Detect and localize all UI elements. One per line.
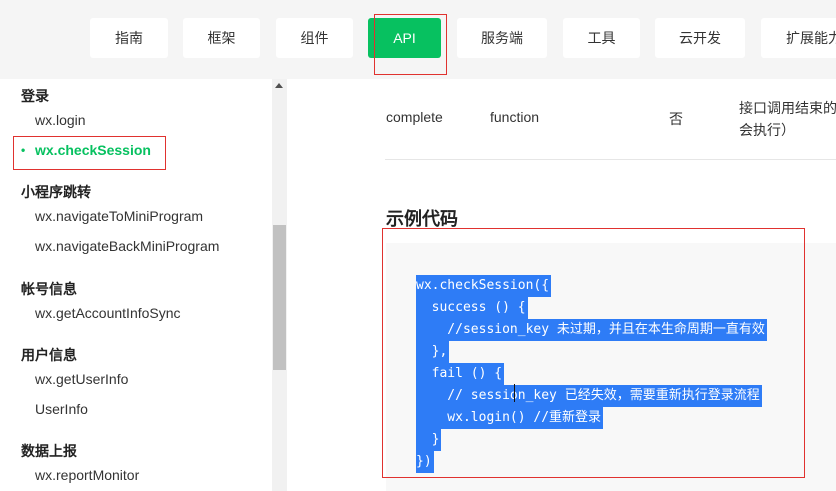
sidebar-item-wx-login[interactable]: wx.login: [35, 112, 86, 128]
text-cursor-icon: [514, 384, 515, 402]
active-bullet: •: [21, 143, 26, 157]
top-nav: 指南 框架 组件 API 服务端 工具 云开发 扩展能力: [0, 0, 836, 79]
tab-api[interactable]: API: [368, 18, 441, 58]
code-line-4: },: [416, 341, 450, 363]
sidebar-heading-account-info: 帐号信息: [21, 281, 77, 297]
sidebar-heading-user-info: 用户信息: [21, 347, 77, 363]
sidebar-heading-login: 登录: [21, 88, 49, 104]
table-row-divider: [385, 159, 836, 160]
section-title-example-code: 示例代码: [386, 209, 458, 229]
tab-tools[interactable]: 工具: [563, 18, 640, 58]
tab-extensions[interactable]: 扩展能力: [761, 18, 836, 58]
sidebar-heading-data-report: 数据上报: [21, 443, 77, 459]
tab-server[interactable]: 服务端: [457, 18, 547, 58]
sidebar-item-get-user-info[interactable]: wx.getUserInfo: [35, 371, 128, 387]
sidebar-item-userinfo[interactable]: UserInfo: [35, 401, 88, 417]
param-required: 否: [669, 111, 683, 127]
param-desc-line2: 会执行）: [739, 122, 795, 138]
code-line-7: wx.login() //重新登录: [416, 407, 604, 429]
tab-components[interactable]: 组件: [276, 18, 353, 58]
tab-guide[interactable]: 指南: [90, 18, 168, 58]
sidebar-scroll-thumb[interactable]: [273, 225, 286, 370]
tab-framework[interactable]: 框架: [183, 18, 260, 58]
param-type: function: [490, 109, 540, 125]
sidebar-item-report-monitor[interactable]: wx.reportMonitor: [35, 467, 139, 483]
code-line-8: }: [416, 429, 442, 451]
sidebar-heading-miniprogram-jump: 小程序跳转: [21, 184, 91, 200]
code-line-5: fail () {: [416, 363, 505, 385]
param-name: complete: [386, 109, 443, 125]
code-line-6: // session_key 已经失效，需要重新执行登录流程: [416, 385, 762, 407]
sidebar-item-wx-checksession[interactable]: wx.checkSession: [35, 142, 151, 158]
code-line-2: success () {: [416, 297, 528, 319]
code-line-9: }): [416, 451, 434, 473]
code-line-1: wx.checkSession({: [416, 275, 552, 297]
sidebar-item-get-account-info-sync[interactable]: wx.getAccountInfoSync: [35, 305, 181, 321]
tab-cloud-dev[interactable]: 云开发: [655, 18, 745, 58]
param-desc-line1: 接口调用结束的: [739, 100, 836, 116]
scroll-up-arrow-icon[interactable]: [275, 83, 283, 88]
code-line-3: //session_key 未过期，并且在本生命周期一直有效: [416, 319, 767, 341]
sidebar-item-navigate-to-miniprogram[interactable]: wx.navigateToMiniProgram: [35, 208, 203, 224]
sidebar-item-navigate-back-miniprogram[interactable]: wx.navigateBackMiniProgram: [35, 238, 219, 254]
